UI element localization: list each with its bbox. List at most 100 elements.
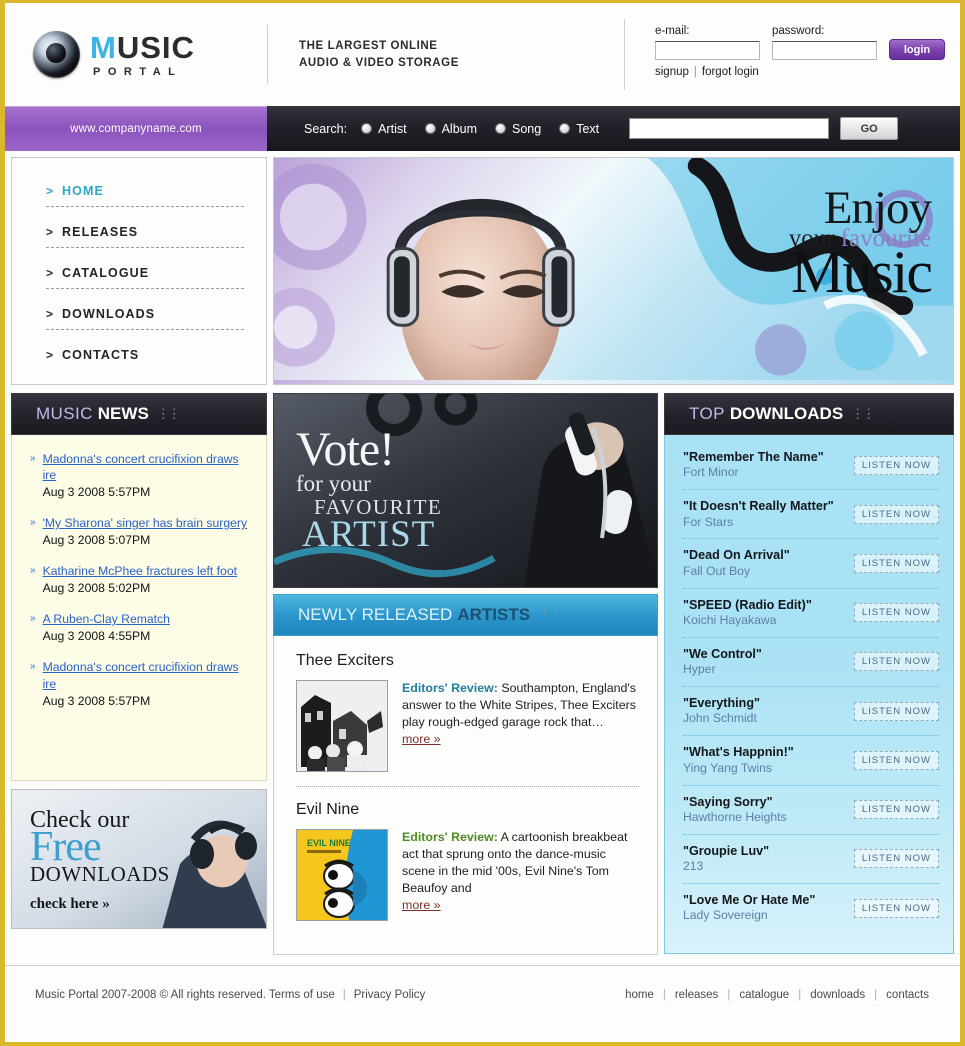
radio-icon[interactable] (559, 123, 571, 134)
hero-banner[interactable]: Enjoy your favourite Music (273, 157, 954, 385)
forgot-login-link[interactable]: forgot login (702, 66, 759, 78)
listen-now-button[interactable]: listen now (853, 554, 939, 574)
logo-music-word: MUSIC (90, 32, 195, 63)
radio-icon[interactable] (495, 123, 507, 134)
listen-now-button[interactable]: listen now (853, 898, 939, 918)
free-downloads-promo[interactable]: Check our Free DOWNLOADS check here » (11, 789, 267, 929)
list-item: "Love Me Or Hate Me" Lady Sovereign list… (683, 884, 939, 932)
nav-item-downloads[interactable]: > DOWNLOADS (46, 307, 244, 330)
news-headline[interactable]: Madonna's concert crucifixion draws ire (43, 451, 248, 483)
artist-more-link[interactable]: more » (402, 898, 441, 912)
nav-item-home-label: HOME (62, 184, 104, 198)
email-input[interactable] (655, 41, 760, 60)
search-go-button[interactable]: GO (840, 117, 899, 140)
footer-separator: | (342, 988, 346, 1001)
footer-link-home[interactable]: home (625, 989, 654, 1001)
login-links-separator: | (693, 66, 697, 78)
news-headline[interactable]: Katharine McPhee fractures left foot (43, 563, 237, 579)
search-input[interactable] (629, 118, 830, 139)
nav-item-releases[interactable]: > RELEASES (46, 225, 244, 248)
logo[interactable]: MUSIC PORTAL (5, 3, 267, 106)
search-option-song[interactable]: Song (495, 122, 541, 136)
news-item-content: Katharine McPhee fractures left foot Aug… (43, 563, 237, 597)
listen-now-button[interactable]: listen now (853, 800, 939, 820)
top-downloads-title-2: DOWNLOADS (729, 404, 844, 423)
listen-now-button[interactable]: listen now (853, 701, 939, 721)
news-date: Aug 3 2008 4:55PM (42, 629, 151, 644)
music-news-title-2: NEWS (97, 404, 149, 423)
chevron-right-icon: > (46, 307, 54, 321)
footer-separator: | (798, 988, 802, 1001)
vote-line-4: ARTIST (302, 514, 436, 555)
news-headline[interactable]: A Ruben-Clay Rematch (43, 611, 170, 627)
vote-banner[interactable]: Vote! for your FAVOURITE ARTIST (273, 393, 658, 588)
artist-thumbnail[interactable]: EVIL NINE (296, 829, 388, 921)
radio-icon[interactable] (424, 123, 436, 134)
nav-item-catalogue-label: CATALOGUE (62, 266, 150, 280)
track-artist: 213 (683, 859, 704, 874)
footer-link-releases[interactable]: releases (675, 989, 718, 1001)
radio-icon[interactable] (361, 123, 373, 134)
listen-now-button[interactable]: listen now (853, 750, 939, 770)
search-option-album-label: Album (441, 121, 478, 136)
artist-review: Editors' Review: A cartoonish breakbeat … (402, 829, 639, 921)
promo-cta[interactable]: check here » (30, 897, 170, 912)
artist-more-link[interactable]: more » (402, 732, 441, 746)
music-news-title-1: MUSIC (36, 404, 93, 423)
dots-icon: ⋮⋮ (851, 406, 875, 421)
signup-link[interactable]: signup (655, 66, 689, 78)
track-title: "What's Happnin!" (683, 745, 794, 760)
nav-item-contacts-label: CONTACTS (62, 348, 140, 362)
listen-now-button[interactable]: listen now (853, 849, 939, 869)
password-input[interactable] (772, 41, 877, 60)
track-info: "Remember The Name" Fort Minor (683, 449, 824, 481)
nra-title-2: ARTISTS (457, 605, 531, 624)
news-item-content: Madonna's concert crucifixion draws ire … (43, 659, 248, 709)
nav-item-contacts[interactable]: > CONTACTS (46, 348, 244, 370)
news-headline[interactable]: 'My Sharona' singer has brain surgery (43, 515, 248, 531)
nra-title-1: NEWLY RELEASED (298, 605, 453, 624)
artist-thumbnail[interactable] (296, 680, 388, 772)
track-title: "SPEED (Radio Edit)" (683, 597, 812, 612)
track-artist: Hawthorne Heights (683, 809, 787, 824)
artist-name[interactable]: Evil Nine (296, 801, 639, 819)
footer-link-downloads[interactable]: downloads (810, 989, 865, 1001)
search-option-artist-label: Artist (378, 121, 407, 136)
site-footer: Music Portal 2007-2008 © All rights rese… (5, 965, 960, 1023)
lower-content: MUSIC NEWS ⋮⋮ » Madonna's concert crucif… (5, 385, 960, 955)
hero-column: Enjoy your favourite Music (273, 157, 954, 385)
footer-privacy-link[interactable]: Privacy Policy (354, 989, 426, 1001)
search-option-artist[interactable]: Artist (361, 121, 407, 136)
password-field-group: password: (772, 25, 877, 60)
artists-column: Vote! for your FAVOURITE ARTIST NEWLY RE… (273, 393, 658, 955)
track-artist: Ying Yang Twins (683, 760, 772, 775)
search-option-album[interactable]: Album (424, 121, 478, 136)
top-downloads-title-1: TOP (689, 404, 725, 423)
listen-now-button[interactable]: listen now (853, 504, 939, 524)
artist-name[interactable]: Thee Exciters (296, 652, 639, 670)
nav-item-catalogue[interactable]: > CATALOGUE (46, 266, 244, 289)
search-controls: Search: Artist Album Song Text GO (267, 106, 960, 151)
nav-item-home[interactable]: > HOME (46, 184, 244, 207)
login-button[interactable]: login (889, 39, 945, 60)
footer-link-catalogue[interactable]: catalogue (739, 989, 789, 1001)
search-option-text[interactable]: Text (559, 122, 599, 136)
track-artist: John Schmidt (683, 711, 757, 726)
listen-now-button[interactable]: listen now (853, 455, 939, 475)
track-title: "Love Me Or Hate Me" (683, 892, 816, 907)
vote-line-1: Vote! (296, 423, 395, 476)
tagline-line-2: AUDIO & VIDEO STORAGE (299, 56, 459, 69)
track-info: "Saying Sorry" Hawthorne Heights (683, 794, 787, 826)
bullet-icon: » (30, 453, 36, 464)
divider (296, 786, 639, 787)
top-downloads-column: TOP DOWNLOADS ⋮⋮ "Remember The Name" For… (664, 393, 954, 954)
listen-now-button[interactable]: listen now (853, 603, 939, 623)
promo-text: Check our Free DOWNLOADS check here » (30, 808, 170, 912)
news-column: MUSIC NEWS ⋮⋮ » Madonna's concert crucif… (11, 393, 267, 929)
track-artist: Lady Sovereign (683, 908, 768, 923)
listen-now-button[interactable]: listen now (853, 652, 939, 672)
news-headline[interactable]: Madonna's concert crucifixion draws ire (43, 659, 248, 691)
footer-link-contacts[interactable]: contacts (886, 989, 929, 1001)
bullet-icon: » (30, 661, 36, 673)
news-date: Aug 3 2008 5:07PM (42, 533, 151, 548)
